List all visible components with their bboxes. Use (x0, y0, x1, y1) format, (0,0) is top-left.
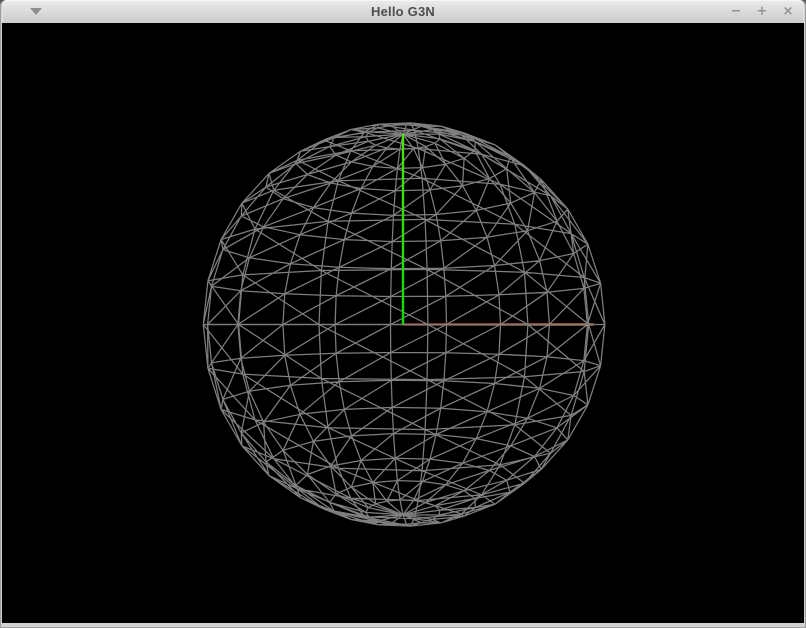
window-controls: − + × (729, 0, 795, 23)
close-button[interactable]: × (781, 0, 795, 23)
app-window: Hello G3N − + × (0, 0, 806, 628)
wireframe-sphere-canvas (2, 23, 804, 623)
titlebar[interactable]: Hello G3N − + × (2, 0, 804, 23)
gl-viewport[interactable] (2, 23, 804, 623)
window-title: Hello G3N (2, 4, 804, 19)
maximize-button[interactable]: + (755, 0, 769, 23)
minimize-button[interactable]: − (729, 0, 743, 23)
